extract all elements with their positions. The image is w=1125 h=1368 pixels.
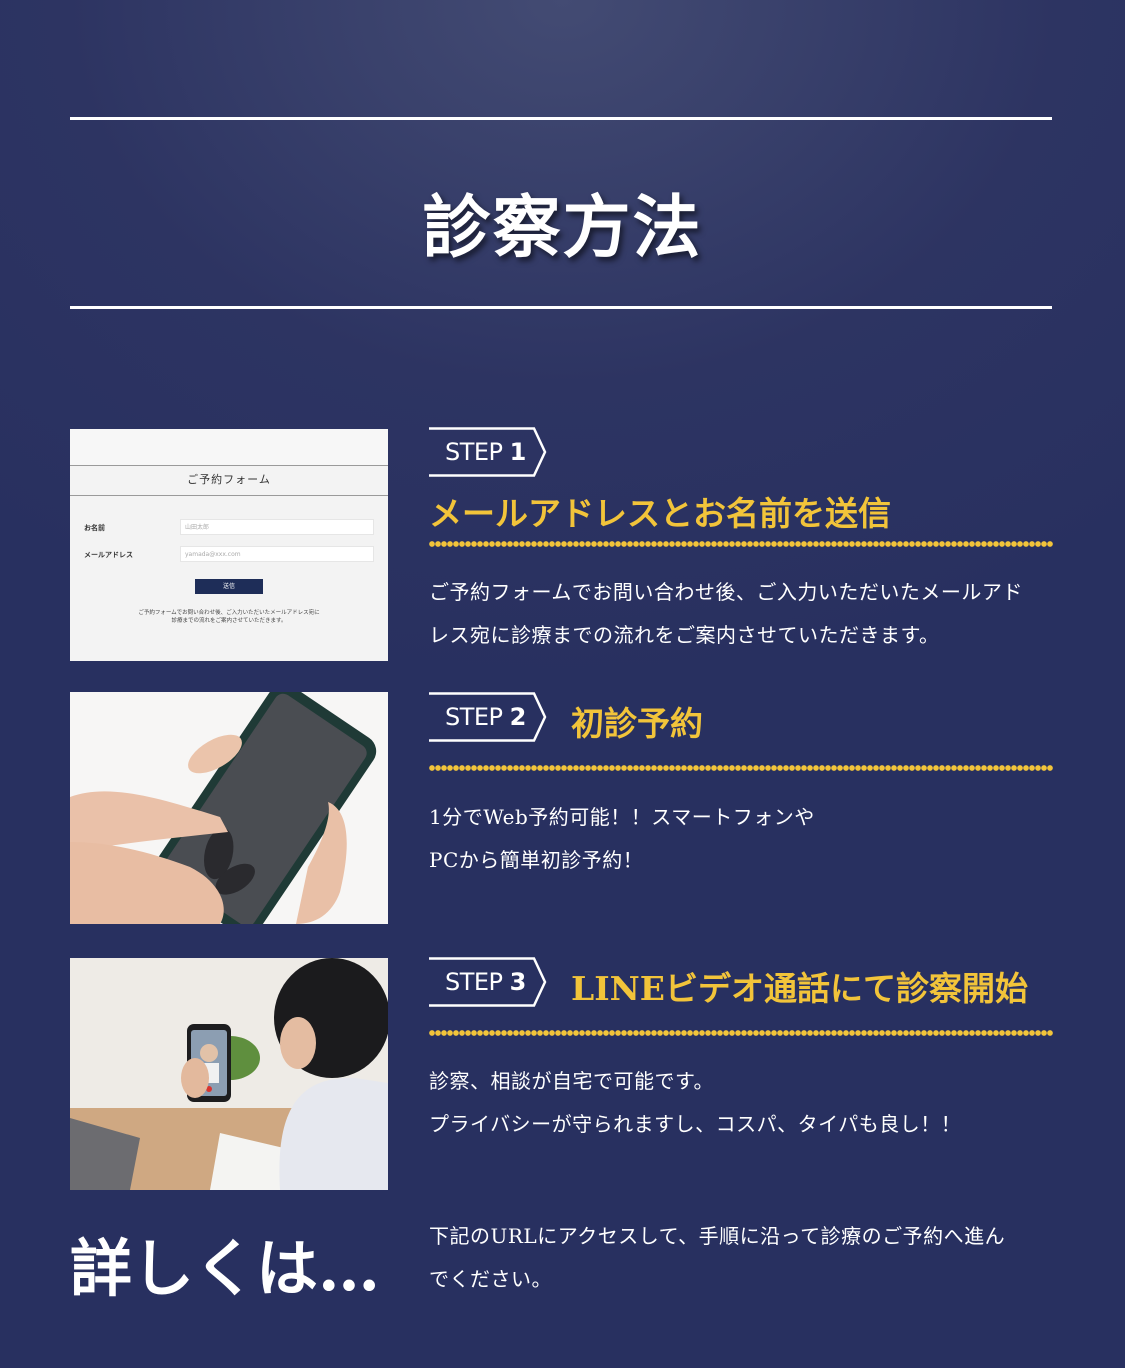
reservation-form-screenshot: ご予約フォーム お名前 山田太郎 メールアドレス yamada@xxx.com …: [70, 429, 388, 661]
step-1-desc-line-2: レス宛に診療までの流れをご案内させていただきます。: [429, 623, 940, 647]
step-1-description: ご予約フォームでお問い合わせ後、ご入力いただいたメールアド レス宛に診療までの流…: [429, 571, 1059, 657]
step-number: 3: [509, 968, 527, 996]
form-note-line-2: 診療までの流れをご案内させていただきます。: [171, 618, 287, 624]
form-topbar: [70, 429, 388, 466]
step-number: 2: [509, 703, 527, 731]
video-call-photo: [70, 958, 388, 1190]
step-3-desc-line-2: プライバシーが守られますし、コスパ、タイパも良し！！: [429, 1112, 962, 1136]
hands-holding-phone-image: [70, 692, 388, 924]
step-2-dotted-divider: [429, 765, 1053, 771]
step-1-label: STEP 1: [445, 438, 526, 466]
step-3-label: STEP 3: [445, 968, 526, 996]
step-word: STEP: [445, 703, 503, 731]
form-title: ご予約フォーム: [70, 465, 388, 496]
email-field-label: メールアドレス: [84, 551, 133, 559]
details-desc-line-2: でください。: [429, 1267, 552, 1291]
step-3-desc-line-1: 診察、相談が自宅で可能です。: [429, 1069, 714, 1093]
step-2-desc-line-1: 1分でWeb予約可能！！スマートフォンや: [429, 805, 815, 829]
email-field[interactable]: yamada@xxx.com: [180, 546, 374, 562]
step-3-dotted-divider: [429, 1030, 1053, 1036]
step-1-desc-line-1: ご予約フォームでお問い合わせ後、ご入力いただいたメールアド: [429, 580, 1023, 604]
step-1-badge: STEP 1: [429, 427, 547, 477]
page-title: 診察方法: [422, 188, 703, 268]
step-3-badge: STEP 3: [429, 957, 547, 1007]
step-2-desc-line-2: PCから簡単初診予約！: [429, 848, 644, 872]
step-2-label: STEP 2: [445, 703, 526, 731]
step-word: STEP: [445, 968, 503, 996]
name-field[interactable]: 山田太郎: [180, 519, 374, 535]
submit-button[interactable]: 送信: [195, 579, 263, 594]
smartphone-photo: [70, 692, 388, 924]
title-rule-top: [70, 117, 1052, 120]
step-2-description: 1分でWeb予約可能！！スマートフォンや PCから簡単初診予約！: [429, 796, 1059, 882]
details-desc-line-1: 下記のURLにアクセスして、手順に沿って診療のご予約へ進ん: [429, 1224, 1006, 1248]
form-note: ご予約フォームでお問い合わせ後、ご入力いただいたメールアドレス宛に 診療までの流…: [70, 609, 388, 625]
step-1-title: メールアドレスとお名前を送信: [429, 494, 891, 533]
man-video-call-image: [70, 958, 388, 1190]
details-heading: 詳しくは…: [70, 1232, 381, 1305]
step-word: STEP: [445, 438, 503, 466]
details-description: 下記のURLにアクセスして、手順に沿って診療のご予約へ進ん でください。: [429, 1215, 1059, 1301]
step-1-dotted-divider: [429, 541, 1053, 547]
form-note-line-1: ご予約フォームでお問い合わせ後、ご入力いただいたメールアドレス宛に: [138, 610, 320, 616]
step-number: 1: [509, 438, 527, 466]
step-2-title: 初診予約: [571, 704, 703, 743]
step-2-badge: STEP 2: [429, 692, 547, 742]
step-3-title: LINEビデオ通話にて診察開始: [571, 969, 1028, 1008]
title-rule-bottom: [70, 306, 1052, 309]
name-field-label: お名前: [84, 524, 105, 532]
step-3-description: 診察、相談が自宅で可能です。 プライバシーが守られますし、コスパ、タイパも良し！…: [429, 1060, 1059, 1146]
